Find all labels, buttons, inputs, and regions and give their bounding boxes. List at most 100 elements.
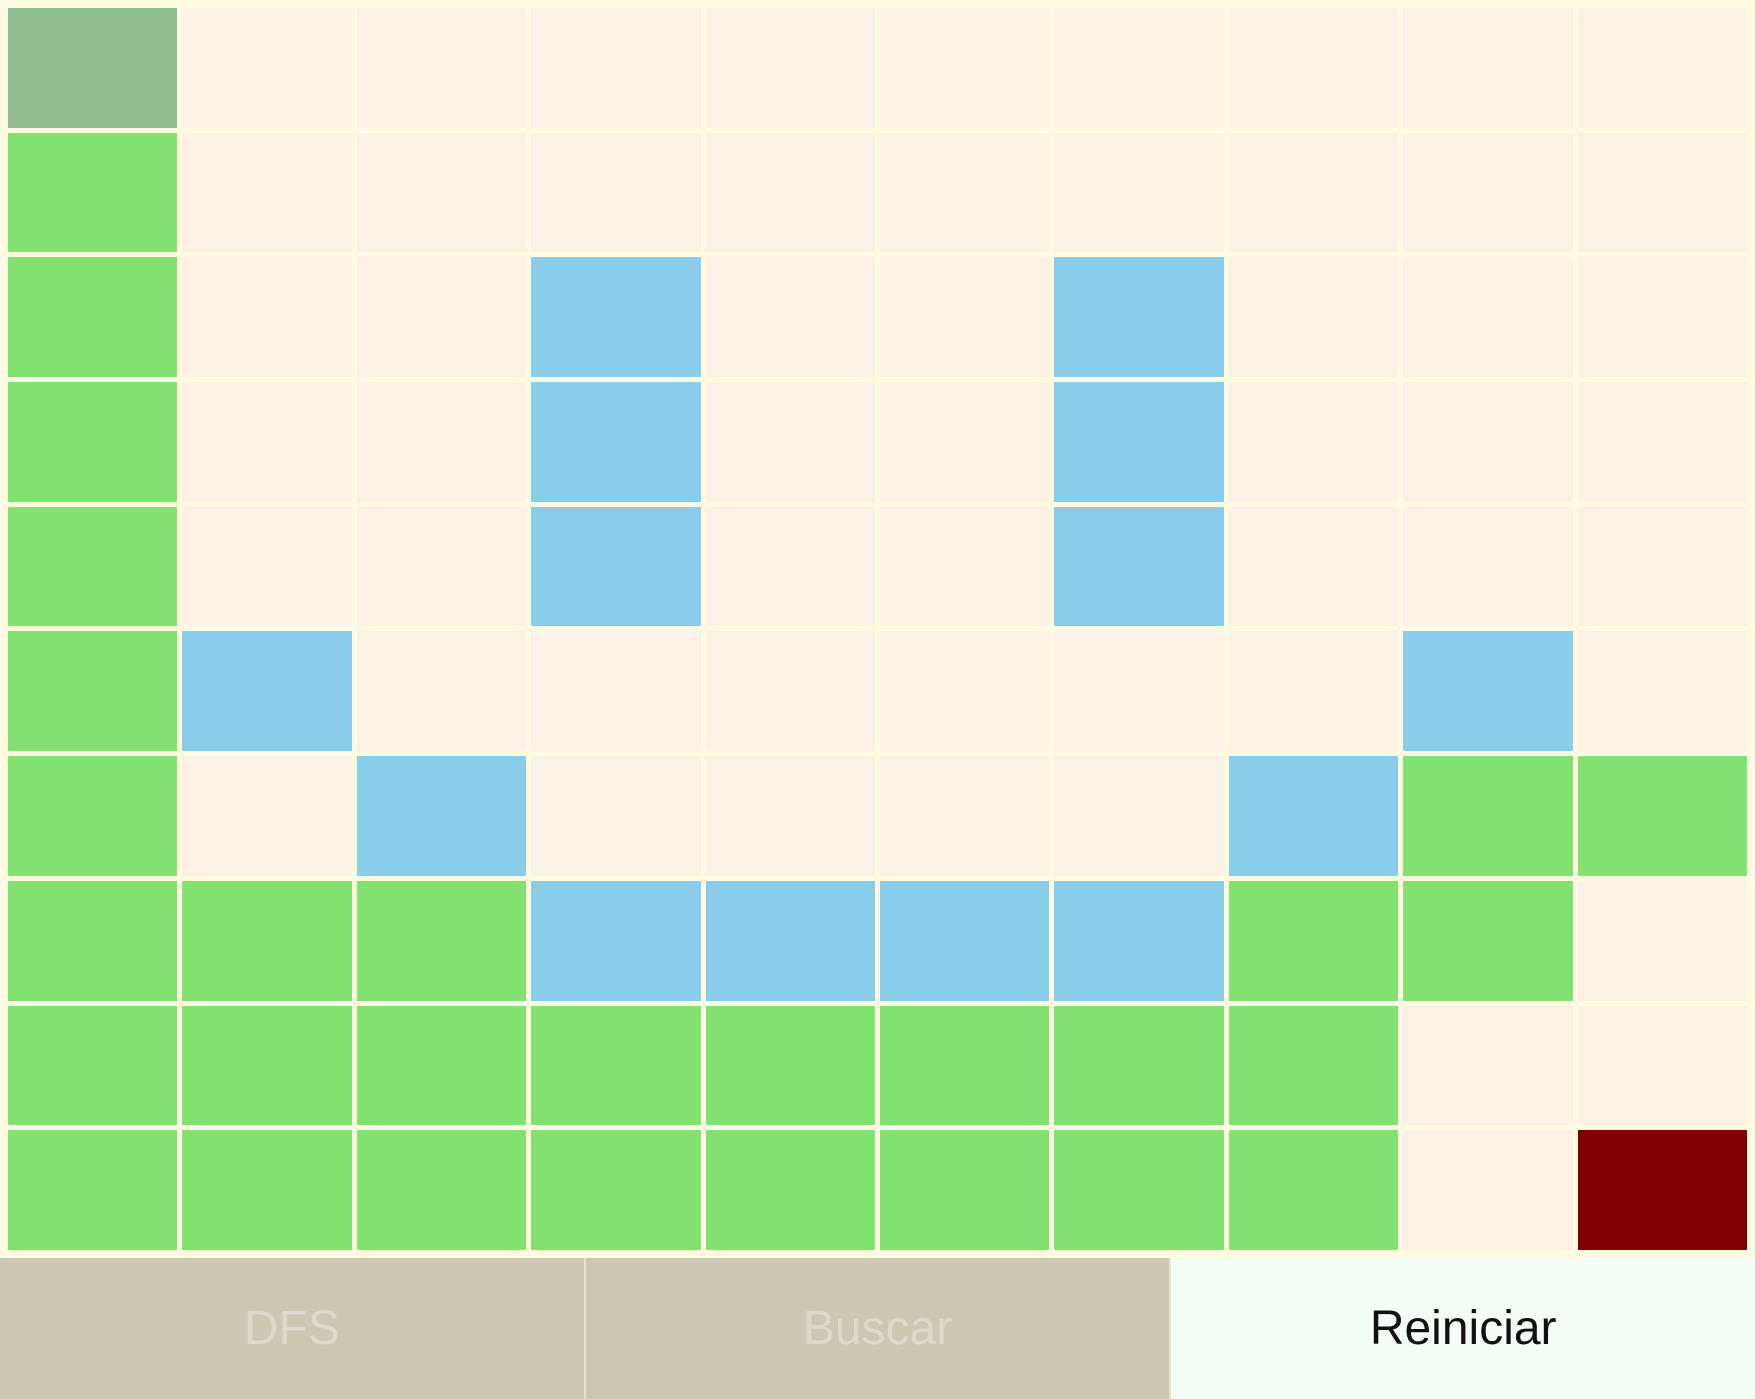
start-cell[interactable] [8,8,178,128]
path-cell[interactable] [8,1005,178,1126]
empty-cell[interactable] [879,756,1050,876]
goal-cell[interactable] [1577,1130,1747,1250]
path-cell[interactable] [1228,880,1399,1001]
empty-cell[interactable] [1577,382,1747,502]
wall-cell[interactable] [531,880,701,1001]
path-cell[interactable] [8,382,178,502]
wall-cell[interactable] [531,506,701,627]
wall-cell[interactable] [1403,631,1573,752]
wall-cell[interactable] [1228,756,1399,876]
path-cell[interactable] [1054,1005,1224,1126]
empty-cell[interactable] [705,132,875,253]
reiniciar-button[interactable]: Reiniciar [1171,1258,1755,1399]
wall-cell[interactable] [705,880,875,1001]
path-cell[interactable] [879,1005,1050,1126]
empty-cell[interactable] [1403,8,1573,128]
empty-cell[interactable] [1403,1005,1573,1126]
empty-cell[interactable] [879,631,1050,752]
empty-cell[interactable] [1054,756,1224,876]
empty-cell[interactable] [1228,8,1399,128]
empty-cell[interactable] [879,506,1050,627]
empty-cell[interactable] [182,257,352,378]
empty-cell[interactable] [1228,132,1399,253]
empty-cell[interactable] [705,506,875,627]
empty-cell[interactable] [356,631,527,752]
empty-cell[interactable] [531,8,701,128]
empty-cell[interactable] [356,382,527,502]
path-cell[interactable] [1228,1130,1399,1250]
empty-cell[interactable] [1577,257,1747,378]
empty-cell[interactable] [705,631,875,752]
empty-cell[interactable] [705,756,875,876]
dfs-button[interactable]: DFS [0,1258,586,1399]
path-cell[interactable] [1403,756,1573,876]
empty-cell[interactable] [879,8,1050,128]
path-cell[interactable] [705,1130,875,1250]
wall-cell[interactable] [356,756,527,876]
path-cell[interactable] [879,1130,1050,1250]
empty-cell[interactable] [705,257,875,378]
path-cell[interactable] [8,631,178,752]
path-cell[interactable] [8,257,178,378]
empty-cell[interactable] [705,382,875,502]
empty-cell[interactable] [356,132,527,253]
empty-cell[interactable] [879,382,1050,502]
empty-cell[interactable] [1228,382,1399,502]
wall-cell[interactable] [531,382,701,502]
empty-cell[interactable] [1228,506,1399,627]
empty-cell[interactable] [182,506,352,627]
path-cell[interactable] [705,1005,875,1126]
empty-cell[interactable] [705,8,875,128]
path-cell[interactable] [8,880,178,1001]
path-cell[interactable] [8,756,178,876]
path-cell[interactable] [1054,1130,1224,1250]
wall-cell[interactable] [531,257,701,378]
empty-cell[interactable] [1577,1005,1747,1126]
empty-cell[interactable] [531,132,701,253]
empty-cell[interactable] [1403,132,1573,253]
empty-cell[interactable] [182,8,352,128]
empty-cell[interactable] [182,756,352,876]
path-cell[interactable] [531,1005,701,1126]
empty-cell[interactable] [356,506,527,627]
wall-cell[interactable] [879,880,1050,1001]
empty-cell[interactable] [1403,506,1573,627]
path-cell[interactable] [356,1130,527,1250]
empty-cell[interactable] [1577,8,1747,128]
path-cell[interactable] [182,880,352,1001]
empty-cell[interactable] [1403,1130,1573,1250]
wall-cell[interactable] [1054,257,1224,378]
empty-cell[interactable] [1054,132,1224,253]
empty-cell[interactable] [182,132,352,253]
empty-cell[interactable] [1403,382,1573,502]
empty-cell[interactable] [531,756,701,876]
wall-cell[interactable] [182,631,352,752]
wall-cell[interactable] [1054,382,1224,502]
path-cell[interactable] [182,1005,352,1126]
path-cell[interactable] [1577,756,1747,876]
empty-cell[interactable] [879,257,1050,378]
empty-cell[interactable] [1577,506,1747,627]
path-cell[interactable] [531,1130,701,1250]
buscar-button[interactable]: Buscar [585,1258,1172,1399]
path-cell[interactable] [8,506,178,627]
empty-cell[interactable] [531,631,701,752]
wall-cell[interactable] [1054,506,1224,627]
empty-cell[interactable] [1228,631,1399,752]
empty-cell[interactable] [1054,631,1224,752]
path-cell[interactable] [8,132,178,253]
path-cell[interactable] [356,880,527,1001]
empty-cell[interactable] [1403,257,1573,378]
empty-cell[interactable] [1577,880,1747,1001]
empty-cell[interactable] [1228,257,1399,378]
path-cell[interactable] [182,1130,352,1250]
empty-cell[interactable] [1577,631,1747,752]
path-cell[interactable] [1403,880,1573,1001]
empty-cell[interactable] [356,8,527,128]
empty-cell[interactable] [356,257,527,378]
path-cell[interactable] [8,1130,178,1250]
empty-cell[interactable] [1577,132,1747,253]
empty-cell[interactable] [1054,8,1224,128]
wall-cell[interactable] [1054,880,1224,1001]
path-cell[interactable] [1228,1005,1399,1126]
